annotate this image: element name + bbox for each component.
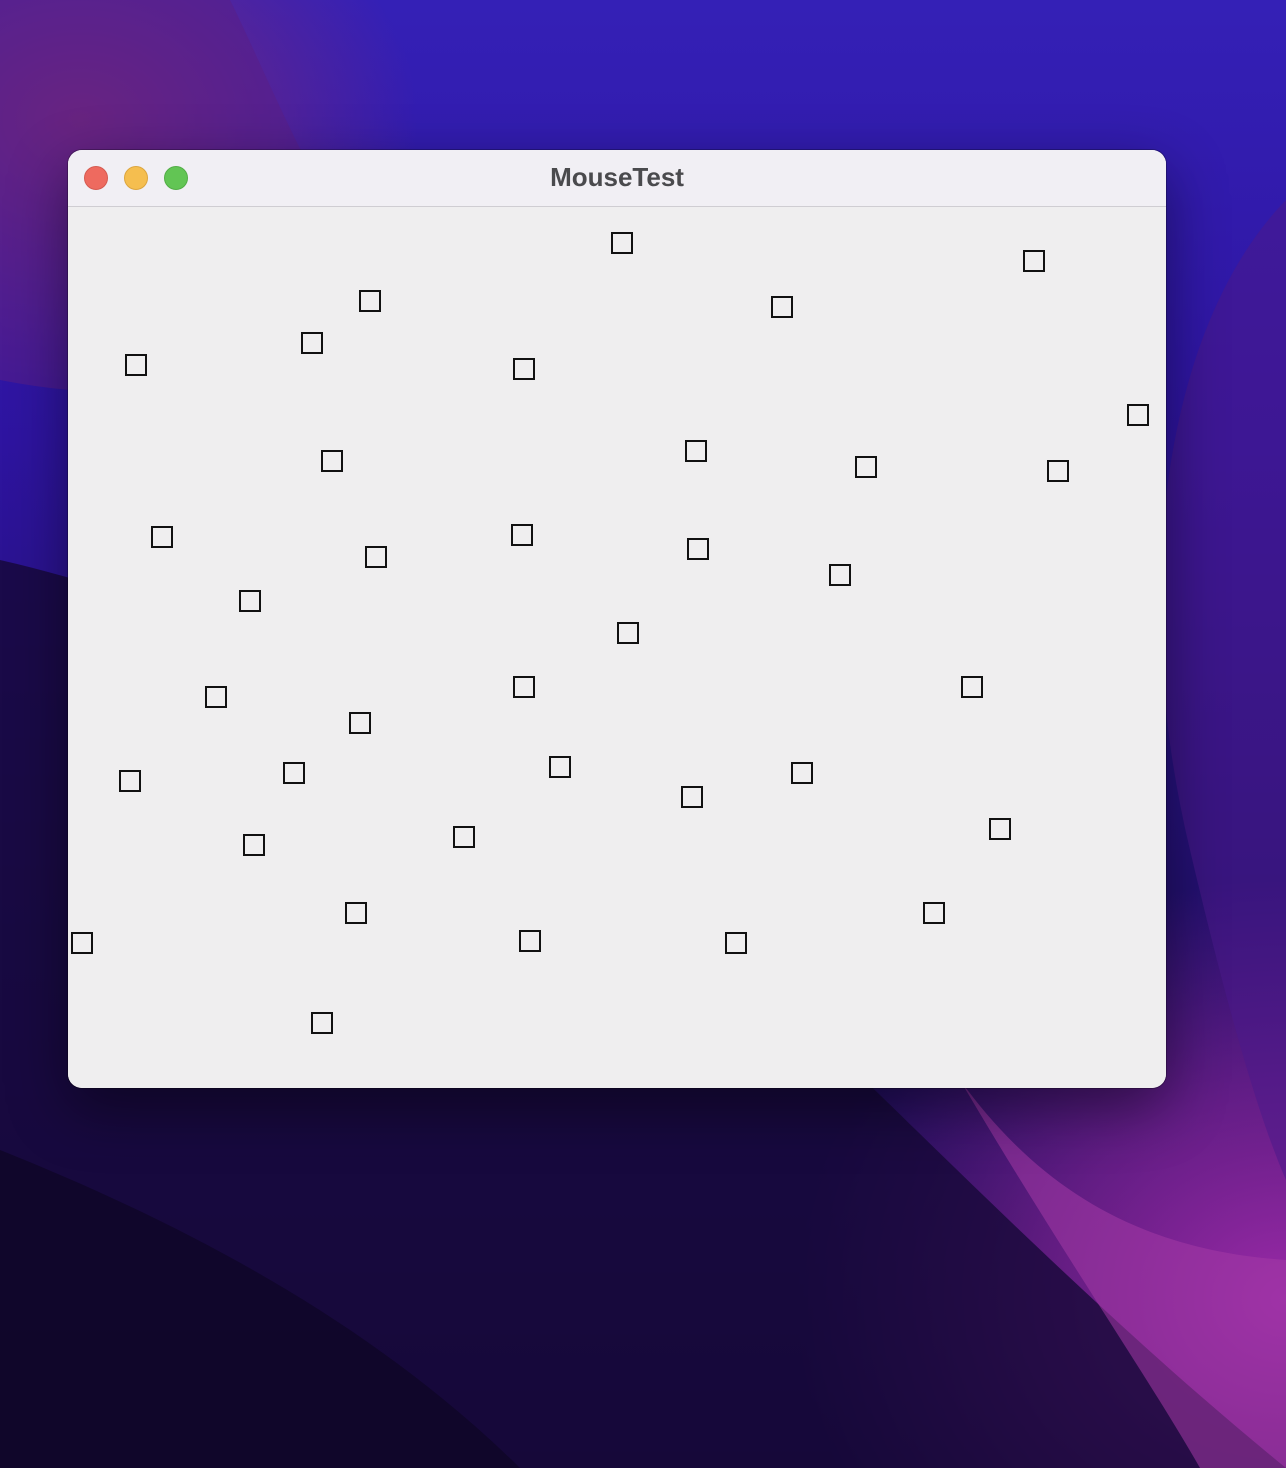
- click-target[interactable]: [311, 1012, 333, 1034]
- click-target[interactable]: [365, 546, 387, 568]
- click-target[interactable]: [359, 290, 381, 312]
- click-target[interactable]: [855, 456, 877, 478]
- click-target[interactable]: [611, 232, 633, 254]
- click-target[interactable]: [513, 358, 535, 380]
- click-target[interactable]: [205, 686, 227, 708]
- click-target[interactable]: [119, 770, 141, 792]
- click-target[interactable]: [989, 818, 1011, 840]
- click-target[interactable]: [511, 524, 533, 546]
- click-target[interactable]: [617, 622, 639, 644]
- click-target[interactable]: [151, 526, 173, 548]
- click-target[interactable]: [283, 762, 305, 784]
- click-target[interactable]: [243, 834, 265, 856]
- click-target[interactable]: [549, 756, 571, 778]
- app-window: MouseTest: [68, 150, 1166, 1088]
- click-target[interactable]: [345, 902, 367, 924]
- title-bar[interactable]: MouseTest: [68, 150, 1166, 207]
- click-target[interactable]: [961, 676, 983, 698]
- click-target[interactable]: [321, 450, 343, 472]
- click-target[interactable]: [239, 590, 261, 612]
- click-target[interactable]: [771, 296, 793, 318]
- click-target[interactable]: [685, 440, 707, 462]
- click-target[interactable]: [519, 930, 541, 952]
- click-target[interactable]: [791, 762, 813, 784]
- click-target[interactable]: [71, 932, 93, 954]
- click-target[interactable]: [349, 712, 371, 734]
- click-target[interactable]: [513, 676, 535, 698]
- canvas-area[interactable]: [68, 207, 1166, 1088]
- click-target[interactable]: [125, 354, 147, 376]
- click-target[interactable]: [301, 332, 323, 354]
- window-title: MouseTest: [550, 162, 684, 192]
- click-target[interactable]: [1047, 460, 1069, 482]
- click-target[interactable]: [1127, 404, 1149, 426]
- click-target[interactable]: [923, 902, 945, 924]
- click-target[interactable]: [453, 826, 475, 848]
- click-target[interactable]: [829, 564, 851, 586]
- click-target[interactable]: [681, 786, 703, 808]
- click-target[interactable]: [725, 932, 747, 954]
- click-target[interactable]: [1023, 250, 1045, 272]
- click-target[interactable]: [687, 538, 709, 560]
